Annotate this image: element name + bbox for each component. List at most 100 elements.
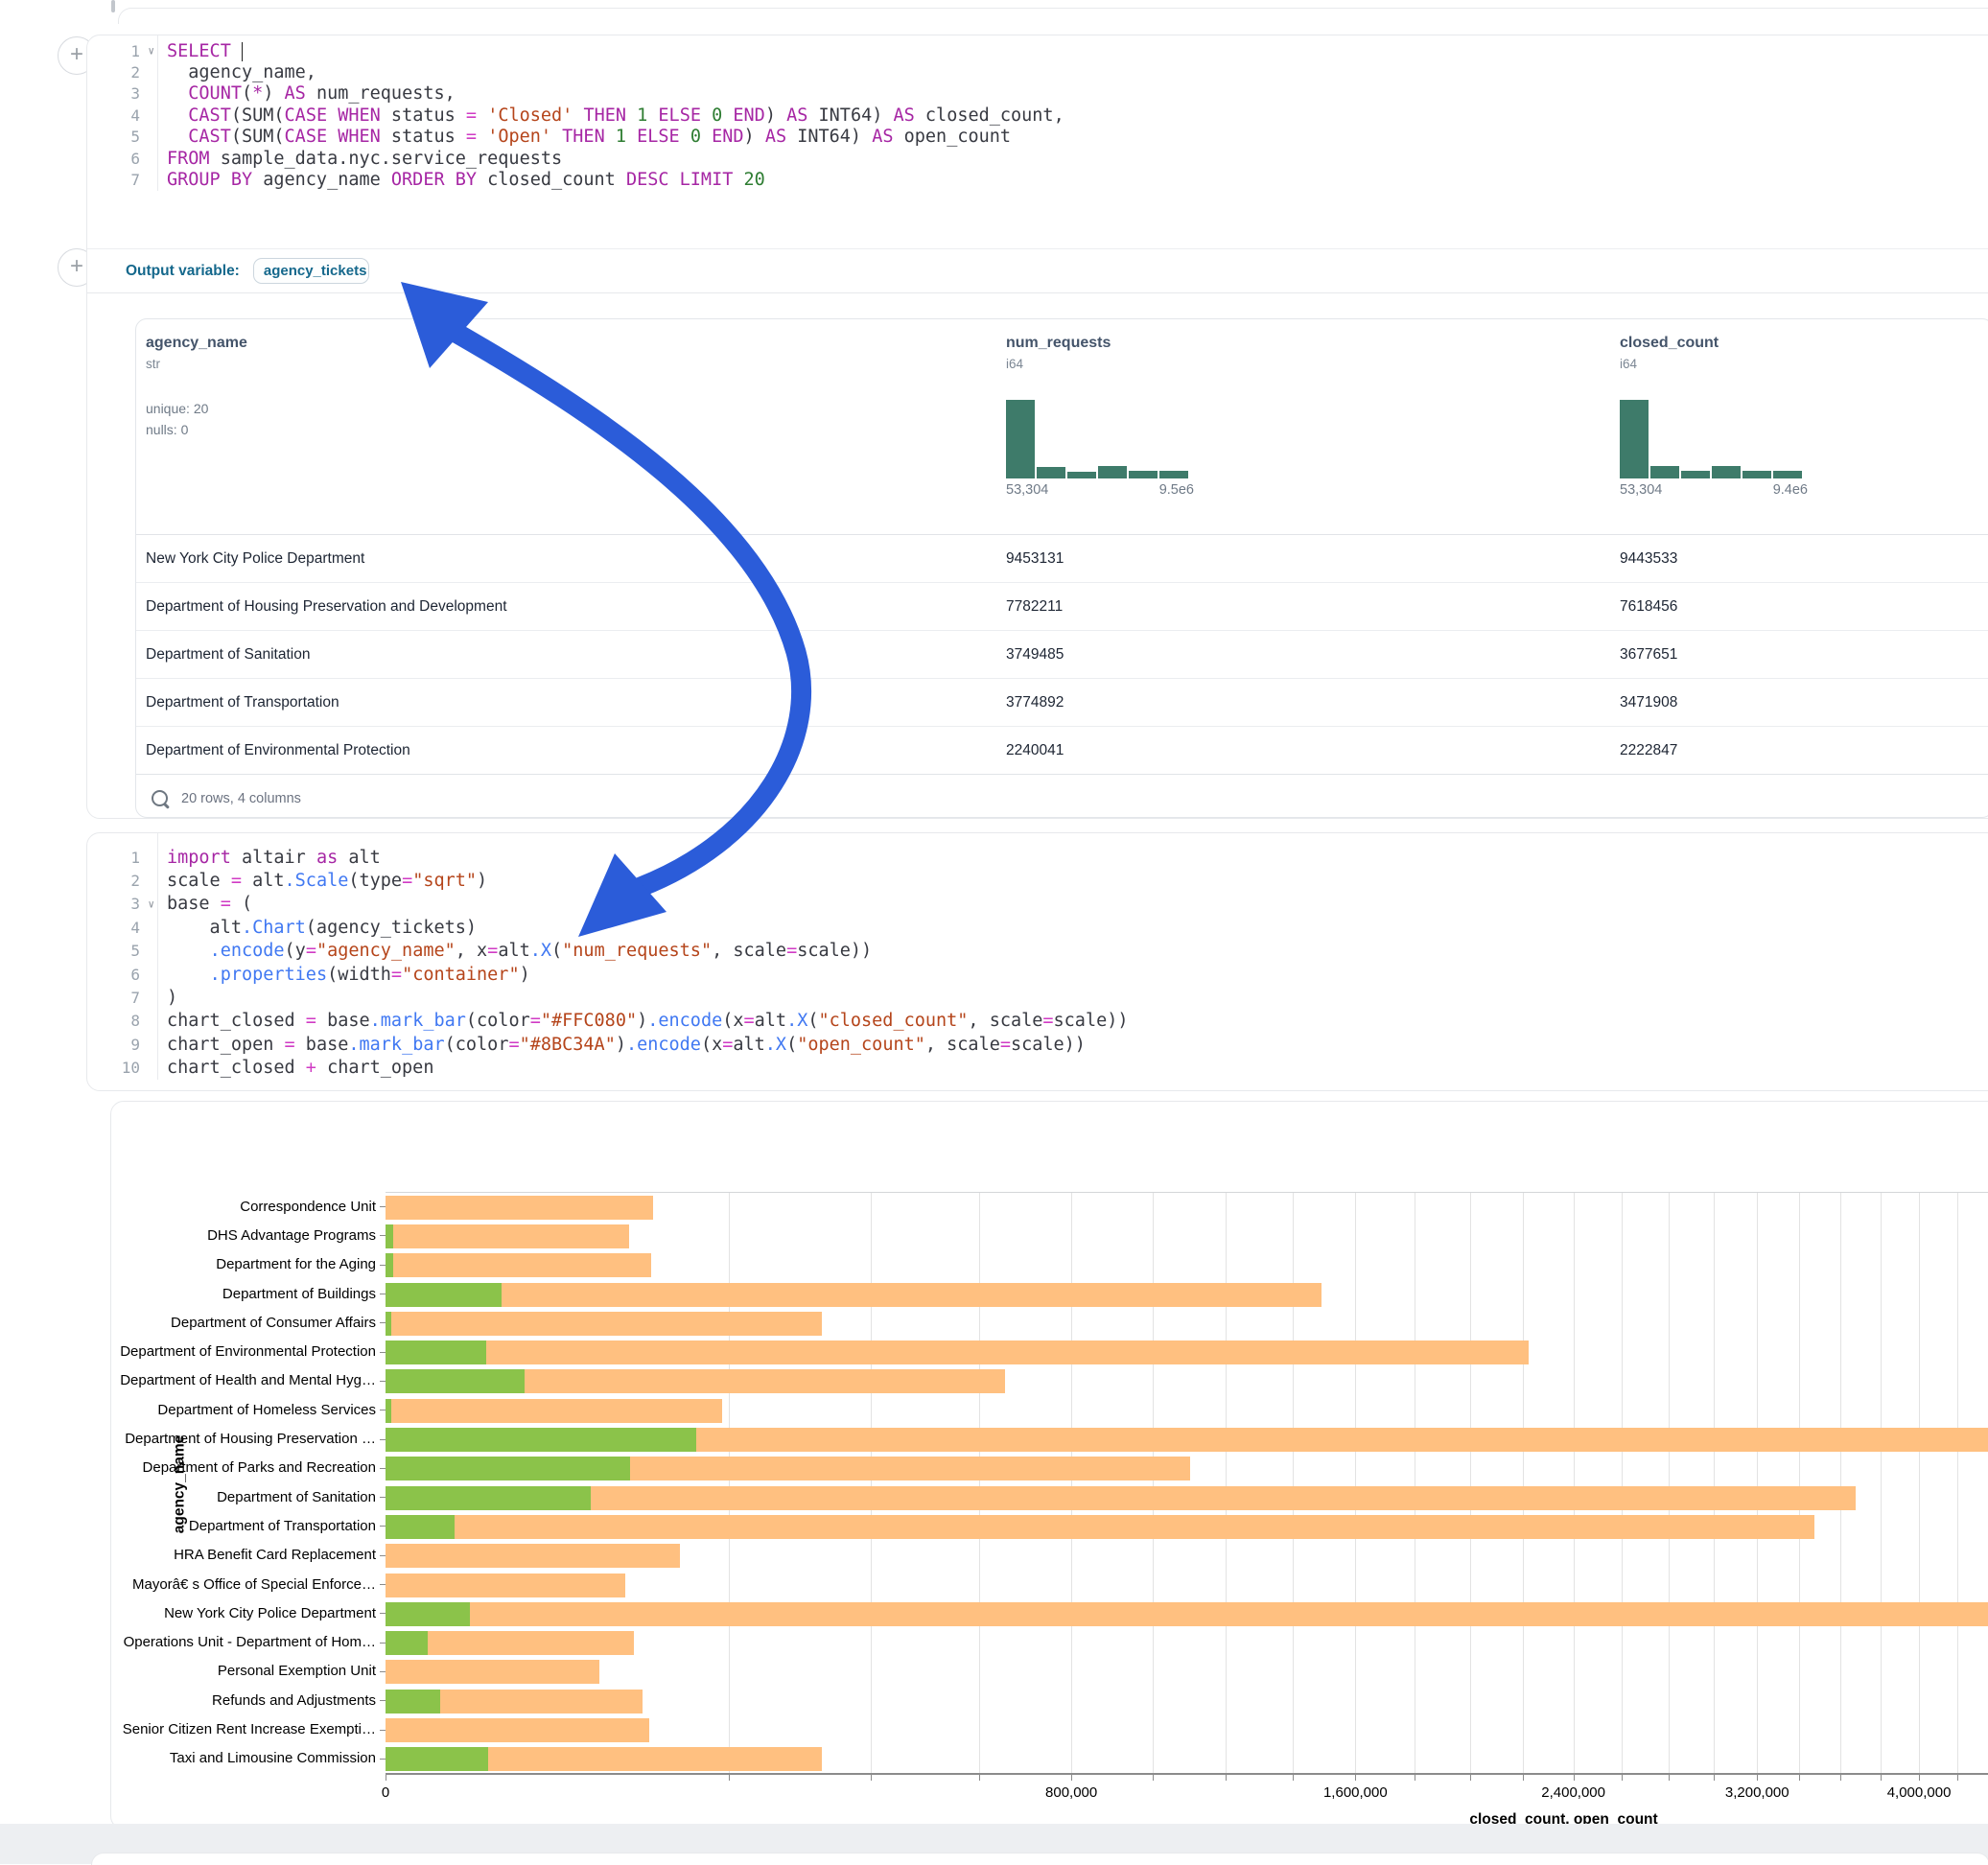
sql-editor[interactable]: 1∨SELECT 2 agency_name,3 COUNT(*) AS num… — [87, 35, 1988, 191]
line-number: 3∨ — [87, 895, 157, 913]
fold-chevron-icon[interactable]: ∨ — [148, 45, 154, 58]
code-line[interactable]: 5 CAST(SUM(CASE WHEN status = 'Open' THE… — [87, 127, 1988, 148]
column-type: str — [146, 357, 987, 371]
column-stats: unique: 20nulls: 0 — [146, 398, 987, 440]
table-cell: 2240041 — [996, 742, 1610, 759]
closed_count-bar — [386, 1544, 680, 1568]
table-cell: 3749485 — [996, 646, 1610, 664]
y-axis-label: Department of Sanitation — [117, 1489, 376, 1505]
table-cell: 7782211 — [996, 598, 1610, 616]
y-axis-label: HRA Benefit Card Replacement — [117, 1547, 376, 1563]
x-axis-tick — [1757, 1775, 1758, 1781]
code-line[interactable]: 10chart_closed + chart_open — [87, 1057, 1988, 1080]
closed_count-bar — [386, 1486, 1856, 1510]
closed_count-bar — [386, 1515, 1814, 1539]
line-number: 5 — [87, 128, 157, 146]
table-cell: 2222847 — [1610, 742, 1988, 759]
search-icon[interactable] — [152, 790, 168, 806]
histogram-min-label: 53,304 — [1006, 482, 1048, 498]
table-cell: 9443533 — [1610, 550, 1988, 568]
table-row[interactable]: Department of Environmental Protection22… — [136, 726, 1988, 774]
code-text: alt.Chart(agency_tickets) — [157, 918, 477, 938]
x-axis-tick — [1523, 1775, 1524, 1781]
fold-chevron-icon[interactable]: ∨ — [148, 898, 154, 910]
histogram-bar — [1037, 467, 1065, 478]
gridline — [1470, 1193, 1471, 1774]
gridline — [1355, 1193, 1356, 1774]
open_count-bar — [386, 1369, 525, 1393]
table-row[interactable]: Department of Transportation377489234719… — [136, 678, 1988, 726]
x-axis-tick — [1714, 1775, 1715, 1781]
code-line[interactable]: 1∨SELECT — [87, 40, 1988, 61]
code-line[interactable]: 3 COUNT(*) AS num_requests, — [87, 83, 1988, 105]
histogram-bar — [1650, 466, 1679, 478]
sql-cell: 1∨SELECT 2 agency_name,3 COUNT(*) AS num… — [86, 35, 1988, 819]
code-line[interactable]: 2scale = alt.Scale(type="sqrt") — [87, 869, 1988, 892]
x-axis-tick — [1622, 1775, 1623, 1781]
histogram-min-label: 53,304 — [1620, 482, 1662, 498]
y-axis-label: Taxi and Limousine Commission — [117, 1750, 376, 1766]
scrollbar-nub[interactable] — [111, 0, 115, 12]
table-footer: 20 rows, 4 columns — [136, 774, 1988, 818]
table-row[interactable]: Department of Housing Preservation and D… — [136, 582, 1988, 630]
gridline — [1714, 1193, 1715, 1774]
code-line[interactable]: 6 .properties(width="container") — [87, 963, 1988, 986]
y-axis-tick — [380, 1468, 386, 1469]
y-axis-label: Department of Buildings — [117, 1286, 376, 1302]
histogram-max-label: 9.5e6 — [1159, 482, 1194, 498]
y-axis-tick — [380, 1381, 386, 1382]
code-text: chart_open = base.mark_bar(color="#8BC34… — [157, 1035, 1086, 1055]
open_count-bar — [386, 1428, 696, 1452]
y-axis-label: Senior Citizen Rent Increase Exempti… — [117, 1721, 376, 1737]
code-line[interactable]: 3∨base = ( — [87, 893, 1988, 916]
column-header[interactable]: closed_counti6453,3049.4e6 — [1610, 319, 1988, 534]
table-cell: Department of Environmental Protection — [136, 742, 996, 759]
gridline — [1071, 1193, 1072, 1774]
y-axis-tick — [380, 1322, 386, 1323]
code-line[interactable]: 4 alt.Chart(agency_tickets) — [87, 916, 1988, 939]
line-number: 6 — [87, 150, 157, 168]
histogram-bar — [1620, 400, 1649, 478]
x-axis-tick — [871, 1775, 872, 1781]
gridline — [1840, 1193, 1841, 1774]
code-text: agency_name, — [157, 62, 316, 82]
column-header[interactable]: num_requestsi6453,3049.5e6 — [996, 319, 1610, 534]
table-row[interactable]: Department of Sanitation37494853677651 — [136, 630, 1988, 678]
code-text: GROUP BY agency_name ORDER BY closed_cou… — [157, 170, 765, 190]
x-axis-tick — [1799, 1775, 1800, 1781]
column-header[interactable]: agency_namestrunique: 20nulls: 0 — [136, 319, 996, 534]
code-line[interactable]: 2 agency_name, — [87, 61, 1988, 82]
code-line[interactable]: 9chart_open = base.mark_bar(color="#8BC3… — [87, 1033, 1988, 1056]
code-line[interactable]: 5 .encode(y="agency_name", x=alt.X("num_… — [87, 940, 1988, 963]
x-axis-tick — [1153, 1775, 1154, 1781]
closed_count-bar — [386, 1574, 625, 1597]
code-text: base = ( — [157, 894, 252, 914]
code-line[interactable]: 7) — [87, 986, 1988, 1009]
y-axis-tick — [380, 1526, 386, 1527]
table-cell: 3774892 — [996, 694, 1610, 711]
open_count-bar — [386, 1486, 591, 1510]
closed_count-bar — [386, 1718, 649, 1742]
code-line[interactable]: 1import altair as alt — [87, 846, 1988, 869]
python-editor[interactable]: 1import altair as alt2scale = alt.Scale(… — [87, 833, 1988, 1080]
closed_count-bar — [386, 1399, 722, 1423]
histogram-bar — [1098, 466, 1127, 478]
table-row[interactable]: New York City Police Department945313194… — [136, 535, 1988, 582]
line-number: 3 — [87, 84, 157, 103]
closed_count-bar — [386, 1312, 822, 1336]
output-variable-chip[interactable]: agency_tickets — [253, 258, 369, 284]
histogram-bar — [1159, 471, 1188, 478]
x-axis-tick-label: 3,200,000 — [1725, 1784, 1789, 1801]
table-cell: 7618456 — [1610, 598, 1988, 616]
gridline — [1799, 1193, 1800, 1774]
code-line[interactable]: 4 CAST(SUM(CASE WHEN status = 'Closed' T… — [87, 105, 1988, 126]
code-line[interactable]: 8chart_closed = base.mark_bar(color="#FF… — [87, 1010, 1988, 1033]
code-line[interactable]: 7GROUP BY agency_name ORDER BY closed_co… — [87, 169, 1988, 190]
column-type: i64 — [1006, 357, 1601, 371]
open_count-bar — [386, 1253, 393, 1277]
open_count-bar — [386, 1224, 393, 1248]
python-cell: 1import altair as alt2scale = alt.Scale(… — [86, 832, 1988, 1091]
code-line[interactable]: 6FROM sample_data.nyc.service_requests — [87, 148, 1988, 169]
y-axis-label: Correspondence Unit — [117, 1199, 376, 1215]
dataframe-preview: agency_namestrunique: 20nulls: 0num_requ… — [135, 318, 1988, 818]
